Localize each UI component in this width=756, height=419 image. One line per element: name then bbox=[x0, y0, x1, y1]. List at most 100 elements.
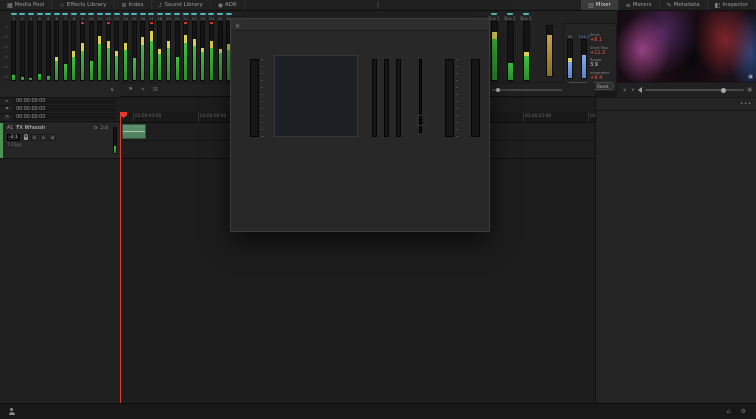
meters-icon: ≡ bbox=[626, 2, 631, 9]
flag-icon[interactable]: ⚑ bbox=[128, 86, 133, 93]
channel-meter-14: 14 bbox=[122, 12, 130, 81]
meter-green-fill bbox=[114, 146, 116, 154]
loudness-stat-value: +8.1 bbox=[590, 37, 614, 43]
mixer-options-icon[interactable]: ••• bbox=[740, 101, 752, 107]
bus-assign-indicator bbox=[523, 13, 529, 15]
track-controls: -2.1 RSM bbox=[0, 131, 120, 141]
meter-yellow-fill bbox=[492, 32, 497, 39]
crosshair-icon[interactable]: ⌖ bbox=[141, 86, 144, 94]
marker-timecode[interactable]: 00:00:00:00 bbox=[13, 107, 116, 112]
m-button[interactable]: M bbox=[49, 134, 56, 141]
channel-meter-11: 11 bbox=[96, 12, 104, 81]
marker-row: ⚑00:00:00:00 bbox=[0, 106, 120, 114]
mute-monitor-icon[interactable]: ▣ bbox=[747, 87, 752, 93]
meter-yellow-fill bbox=[210, 41, 213, 48]
channel-meter-5: 5 bbox=[44, 12, 52, 81]
meter-yellow-fill bbox=[201, 48, 204, 53]
channel-meter-1: 1 bbox=[10, 12, 18, 81]
loudness-panel: ··· M+11.7 Short+8.1Short Max+11.2Range3… bbox=[563, 23, 617, 92]
track-header-a1[interactable]: A1FX Whooshfx2.0-2.1RSM7 Clips bbox=[0, 123, 120, 159]
monitor-volume-slider[interactable] bbox=[645, 89, 745, 91]
meter-clip-indicator bbox=[150, 22, 153, 24]
timeline-zoom-slider[interactable] bbox=[492, 89, 562, 91]
expand-viewer-icon[interactable]: ▣ bbox=[748, 74, 753, 80]
channel-meter-21: 21 bbox=[182, 12, 190, 81]
lock-button[interactable] bbox=[22, 134, 29, 141]
page-navigation-bar: ⌂ ⚙ bbox=[0, 403, 756, 419]
topbar-item-sound-library[interactable]: ♪Sound Library bbox=[152, 0, 211, 10]
monitoring-bar: ∨ ∨ ▣ bbox=[617, 83, 756, 97]
topbar-item-inspector[interactable]: ◧Inspector bbox=[708, 0, 756, 10]
topbar-item-meters[interactable]: ≡Meters bbox=[619, 0, 660, 10]
loudness-stat-short-max: Short Max+11.2 bbox=[590, 46, 614, 56]
makeup-slider[interactable] bbox=[419, 59, 422, 133]
topbar-item-index[interactable]: ≣Index bbox=[114, 0, 151, 10]
loudness-blue-fill bbox=[568, 62, 572, 78]
playhead-line[interactable] bbox=[120, 112, 121, 403]
app-branding[interactable] bbox=[0, 408, 200, 415]
mixer-panel: ••• bbox=[595, 98, 756, 403]
loudness-stat-value: +11.2 bbox=[590, 50, 614, 56]
channel-meters: 1234567891011121314151617181920212223242… bbox=[10, 12, 232, 81]
audio-clip[interactable] bbox=[122, 124, 146, 139]
output-meter bbox=[445, 59, 454, 137]
level-meter bbox=[183, 21, 188, 81]
home-icon[interactable]: ⌂ bbox=[727, 408, 731, 415]
bus-assign-indicator bbox=[208, 13, 214, 15]
meter-green-fill bbox=[38, 74, 41, 80]
bus-assign-indicator bbox=[71, 13, 77, 15]
meter-clip-indicator bbox=[210, 22, 213, 24]
speaker-icon[interactable] bbox=[638, 87, 642, 93]
level-meter bbox=[523, 21, 530, 81]
loudness-standard[interactable]: ··· bbox=[610, 25, 614, 30]
channel-meter-18: 18 bbox=[156, 12, 164, 81]
adr-icon: ◉ bbox=[218, 2, 223, 9]
level-meter bbox=[11, 21, 16, 81]
monitor-bus-select[interactable]: ∨ bbox=[621, 88, 626, 93]
channel-meter-6: 6 bbox=[53, 12, 61, 81]
gain-reduction-meter bbox=[372, 59, 377, 137]
channel-meter-17: 17 bbox=[148, 12, 156, 81]
video-viewer[interactable]: ▣ bbox=[617, 11, 756, 82]
meter-green-fill bbox=[115, 56, 118, 80]
track-meter bbox=[113, 127, 117, 154]
snap-icon[interactable]: ⊞ bbox=[153, 86, 158, 93]
topbar-item-mixer[interactable]: ▥Mixer bbox=[581, 0, 619, 10]
meter-yellow-fill bbox=[184, 35, 187, 43]
channel-meter-19: 19 bbox=[165, 12, 173, 81]
track-color-strip bbox=[0, 123, 3, 158]
topbar-item-label: Sound Library bbox=[164, 2, 202, 8]
s-button[interactable]: S bbox=[40, 134, 47, 141]
level-meter bbox=[209, 21, 214, 81]
topbar-item-media-pool[interactable]: ▦Media Pool bbox=[0, 0, 52, 10]
gear-icon[interactable]: ⚙ bbox=[741, 408, 746, 415]
track-gain-value[interactable]: -2.1 bbox=[7, 134, 20, 141]
sidechain-meter bbox=[471, 59, 480, 137]
meter-green-fill bbox=[176, 57, 179, 80]
meter-yellow-fill bbox=[98, 36, 101, 44]
meter-green-fill bbox=[524, 56, 529, 80]
volume-slider-handle[interactable] bbox=[721, 88, 726, 93]
topbar-item-label: Inspector bbox=[722, 2, 748, 8]
ruler-timecode-label: 01:00:06:00 bbox=[200, 114, 226, 119]
dialog-titlebar[interactable]: ✕ bbox=[231, 19, 489, 31]
makeup-slider-handle[interactable] bbox=[417, 115, 426, 126]
timeline-selector[interactable]: ∨ bbox=[110, 87, 120, 93]
channel-meter-20: 20 bbox=[173, 12, 181, 81]
topbar-item-metadata[interactable]: ✎Metadata bbox=[660, 0, 708, 10]
project-status: | bbox=[377, 2, 379, 9]
dynamics-curve-graph[interactable] bbox=[274, 55, 358, 137]
close-icon[interactable]: ✕ bbox=[235, 21, 240, 33]
r-button[interactable]: R bbox=[31, 134, 38, 141]
marker-timecode[interactable]: 00:00:00:00 bbox=[13, 115, 116, 120]
topbar-item-adr[interactable]: ◉ADR bbox=[211, 0, 245, 10]
timecode-panel: ∨ bbox=[0, 82, 120, 98]
speaker-set-select[interactable]: ∨ bbox=[629, 88, 634, 93]
track-clip-count: 7 Clips bbox=[0, 141, 120, 148]
topbar-item-effects-library[interactable]: ☆Effects Library bbox=[52, 0, 114, 10]
meter-green-fill bbox=[47, 76, 50, 80]
marker-timecode[interactable]: 00:00:00:00 bbox=[13, 99, 116, 104]
index-icon: ≣ bbox=[121, 2, 126, 9]
meter-green-fill bbox=[72, 57, 75, 80]
clip-center-line bbox=[123, 131, 145, 132]
